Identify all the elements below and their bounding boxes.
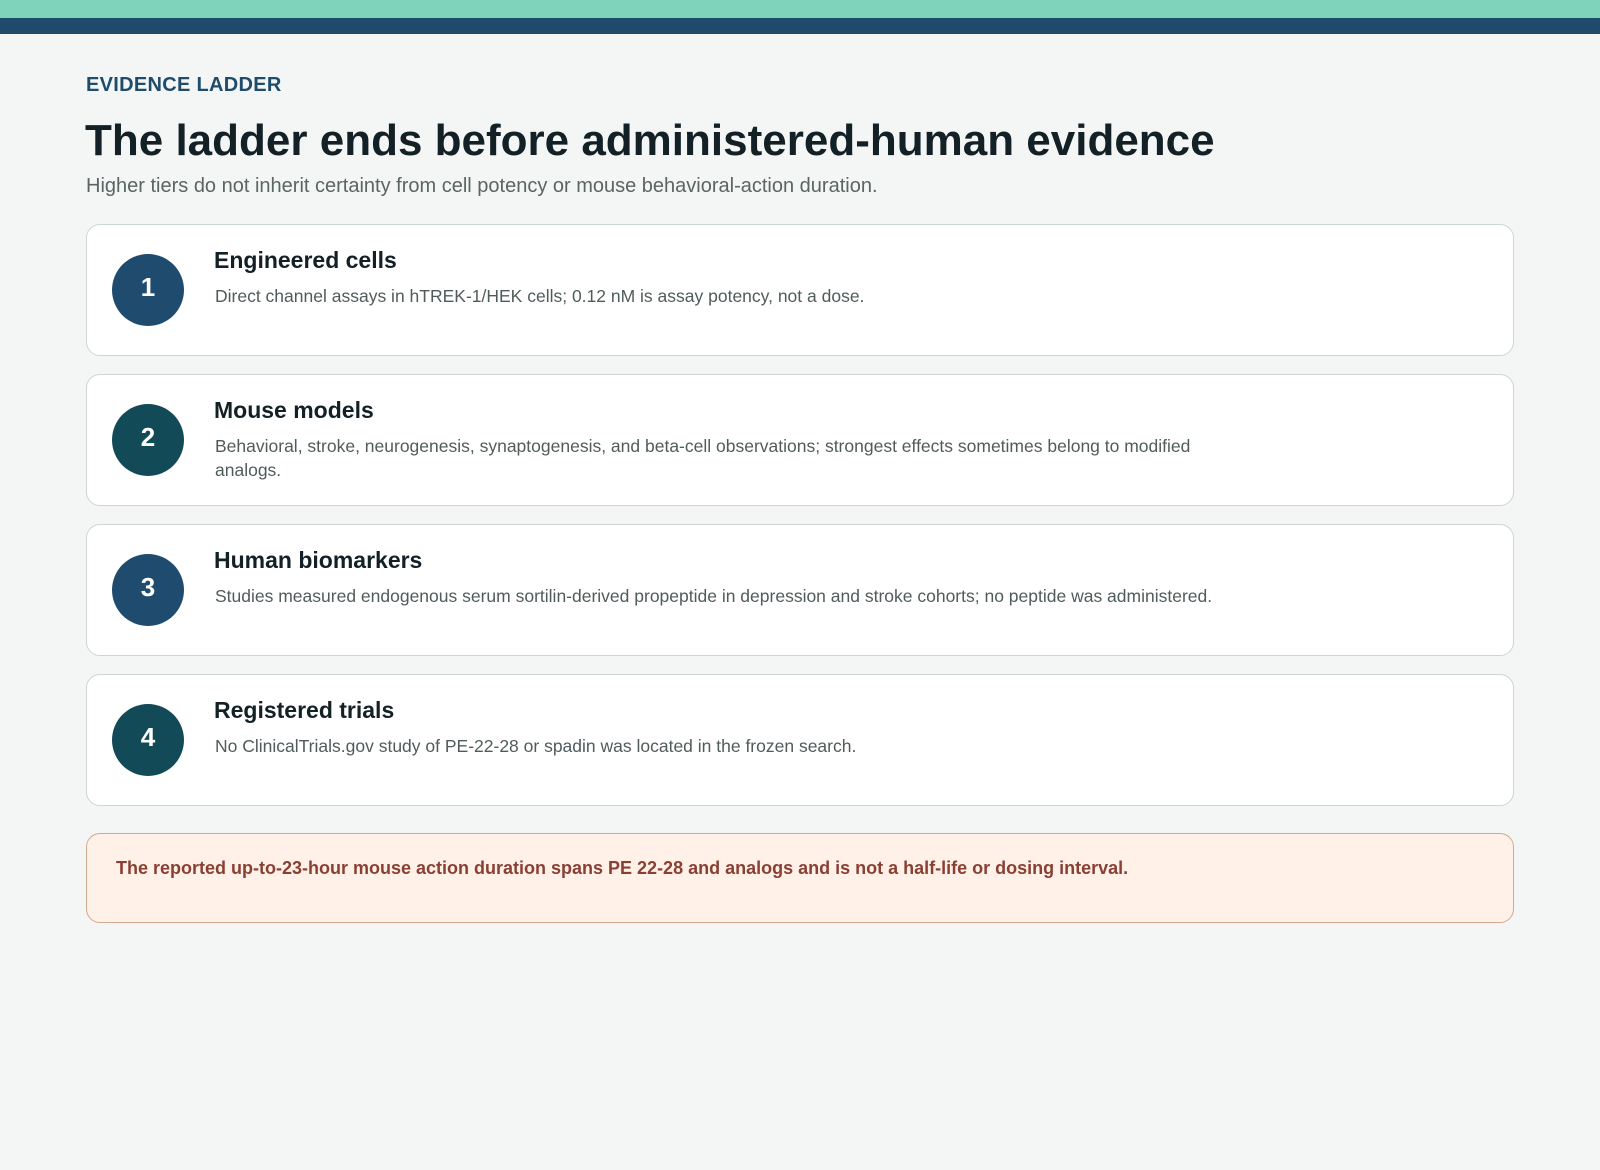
page-subtitle: Higher tiers do not inherit certainty fr… [86,175,878,197]
tier-description: No ClinicalTrials.gov study of PE-22-28 … [215,736,857,756]
top-accent-band [0,0,1600,18]
tier-title: Mouse models [214,397,374,423]
evidence-ladder: 1 Engineered cells Direct channel assays… [86,224,1514,824]
caveat-callout: The reported up-to-23-hour mouse action … [86,833,1514,923]
tier-title: Engineered cells [214,247,397,273]
top-rule [0,18,1600,34]
tier-description: Studies measured endogenous serum sortil… [215,586,1213,606]
section-kicker: EVIDENCE LADDER [86,74,282,96]
tier-number-badge: 1 [112,254,184,326]
tier-card-registered-trials: 4 Registered trials No ClinicalTrials.go… [86,674,1514,806]
tier-number-badge: 2 [112,404,184,476]
tier-title: Human biomarkers [214,547,423,573]
tier-title: Registered trials [214,697,395,723]
tier-number-badge: 4 [112,704,184,776]
caveat-text: The reported up-to-23-hour mouse action … [116,858,1129,878]
tier-description: Behavioral, stroke, neurogenesis, synapt… [215,436,1191,480]
tier-card-human-biomarkers: 3 Human biomarkers Studies measured endo… [86,524,1514,656]
tier-number-badge: 3 [112,554,184,626]
page-title: The ladder ends before administered-huma… [85,116,1215,165]
tier-card-mouse-models: 2 Mouse models Behavioral, stroke, neuro… [86,374,1514,506]
tier-description: Direct channel assays in hTREK-1/HEK cel… [215,286,865,306]
tier-card-engineered-cells: 1 Engineered cells Direct channel assays… [86,224,1514,356]
